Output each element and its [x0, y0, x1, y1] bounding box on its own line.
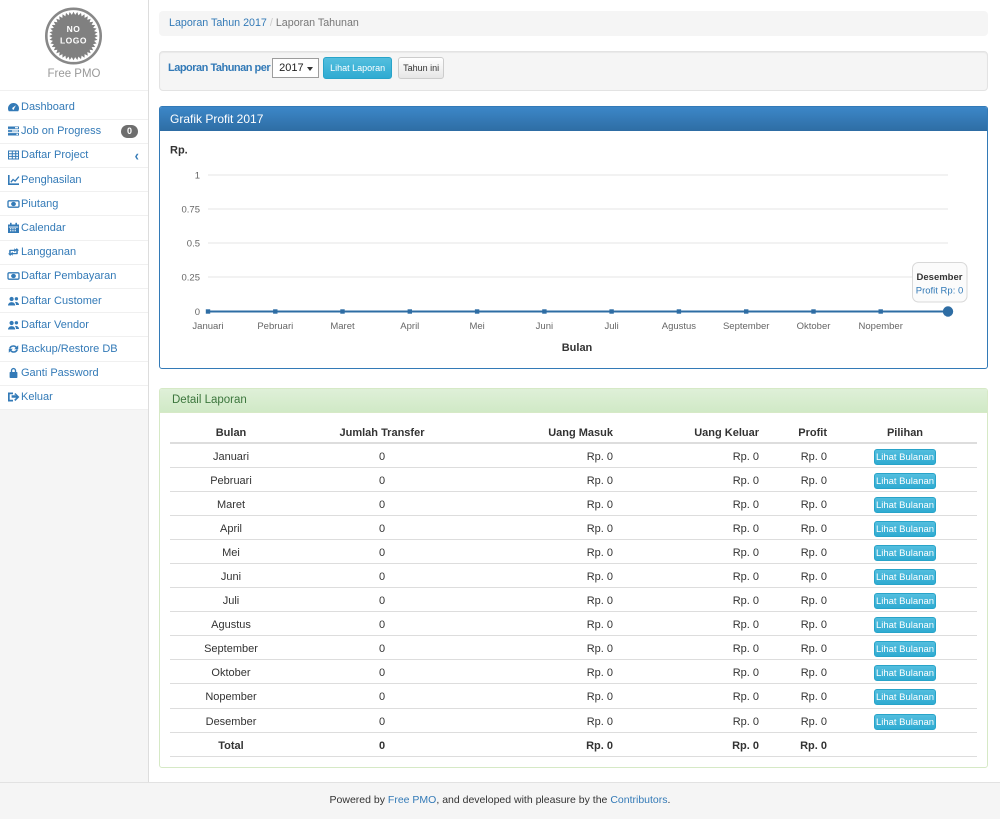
- svg-text:0: 0: [195, 307, 200, 318]
- svg-text:April: April: [400, 321, 419, 332]
- svg-text:LOGO: LOGO: [60, 36, 87, 46]
- svg-text:NO: NO: [67, 24, 81, 34]
- svg-text:Juli: Juli: [604, 321, 618, 332]
- svg-text:Nopember: Nopember: [859, 321, 903, 332]
- svg-text:Rp.: Rp.: [170, 145, 188, 157]
- svg-text:1: 1: [195, 171, 200, 182]
- svg-text:0.25: 0.25: [182, 273, 201, 284]
- svg-text:Mei: Mei: [469, 321, 484, 332]
- svg-text:Profit Rp: 0: Profit Rp: 0: [916, 286, 964, 297]
- svg-text:Oktober: Oktober: [797, 321, 831, 332]
- svg-text:Maret: Maret: [330, 321, 355, 332]
- svg-text:Pebruari: Pebruari: [257, 321, 293, 332]
- svg-text:Juni: Juni: [536, 321, 553, 332]
- svg-text:0.5: 0.5: [187, 239, 200, 250]
- svg-text:Bulan: Bulan: [562, 342, 593, 354]
- svg-text:Januari: Januari: [192, 321, 223, 332]
- svg-text:September: September: [723, 321, 769, 332]
- svg-text:Agustus: Agustus: [662, 321, 697, 332]
- svg-text:0.75: 0.75: [182, 205, 201, 216]
- svg-text:Desember: Desember: [917, 272, 963, 283]
